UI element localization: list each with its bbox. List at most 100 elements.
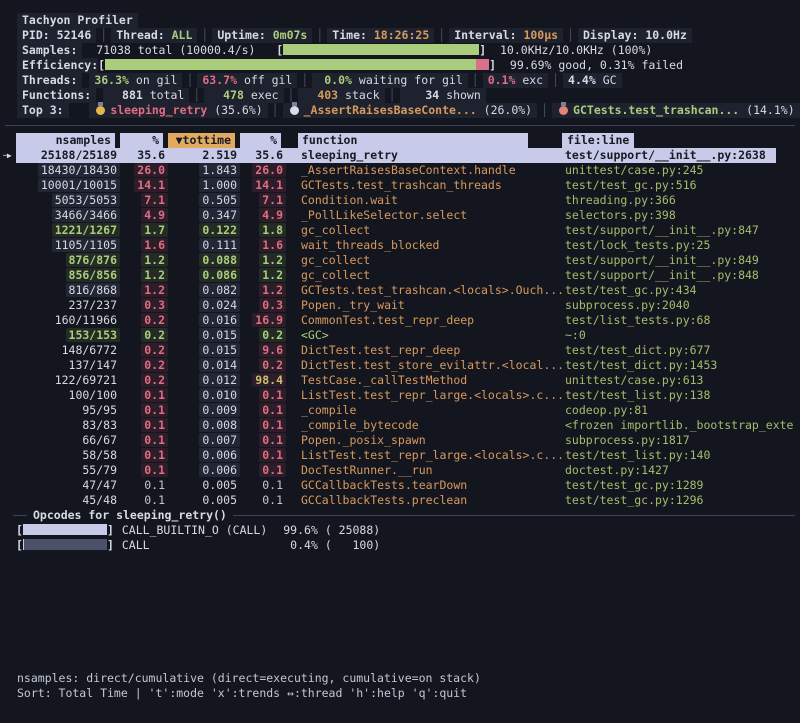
cell-ns: 237/237 <box>16 298 120 313</box>
table-row[interactable]: 95/950.10.0090.1_compilecodeop.py:81 <box>0 403 800 418</box>
cell-ns: 47/47 <box>16 478 120 493</box>
cell-p1: 0.2 <box>120 343 168 358</box>
cell-ns: 1221/1267 <box>16 223 120 238</box>
opcode-bar-1-track <box>23 524 107 535</box>
threads-row: Threads: 36.3% on gil│63.7% off gil│0.0%… <box>0 73 800 88</box>
cell-file: test/support/__init__.py:848 <box>562 268 795 283</box>
opcode-1-pct: 99.6% <box>272 523 318 538</box>
cell-p2: 0.3 <box>240 298 286 313</box>
cell-p1: 0.2 <box>120 313 168 328</box>
thread-segment[interactable]: Thread: ALL <box>111 28 197 43</box>
cell-tt: 1.000 <box>168 178 240 193</box>
cell-ns: 45/48 <box>16 493 120 508</box>
cell-fn: CommonTest.test_repr_deep <box>298 313 556 328</box>
thread-value: ALL <box>172 28 193 42</box>
threads-on-gil: 36.3% on gil <box>89 73 182 88</box>
opcode-2-pct: 0.4% <box>272 538 318 553</box>
table-row[interactable]: 100/1000.10.0100.1ListTest.test_repr_lar… <box>0 388 800 403</box>
column-header-function[interactable]: function <box>298 133 556 148</box>
cell-ns: 18430/18430 <box>16 163 120 178</box>
cell-p1: 0.2 <box>120 358 168 373</box>
column-header-tottime-sorted[interactable]: ▼tottime <box>168 133 240 148</box>
table-row[interactable]: 237/2370.30.0240.3Popen._try_waitsubproc… <box>0 298 800 313</box>
silver-medal-icon <box>290 106 299 115</box>
column-header-file-line[interactable]: file:line <box>562 133 795 148</box>
pid-segment: PID: 52146 <box>17 28 96 43</box>
cell-tt: 0.006 <box>168 463 240 478</box>
table-row[interactable]: 1105/11051.60.1111.6wait_threads_blocked… <box>0 238 800 253</box>
table-row[interactable]: 876/8761.20.0881.2gc_collecttest/support… <box>0 253 800 268</box>
threads-off-gil: 63.7% off gil <box>197 73 297 88</box>
cell-fn: _compile <box>298 403 556 418</box>
table-row[interactable]: ─▶25188/2518935.62.51935.6sleeping_retry… <box>0 148 800 163</box>
top3-name-2: _AssertRaisesBaseConte... <box>304 103 477 117</box>
top3-row: Top 3: sleeping_retry (35.6%)│_AssertRai… <box>0 103 800 118</box>
top3-pct-1: (35.6%) <box>214 103 262 117</box>
opcode-bar-2-track <box>23 539 107 550</box>
cell-p2: 14.1 <box>240 178 286 193</box>
cell-file: test/test_list.py:140 <box>562 448 795 463</box>
table-row[interactable]: 47/470.10.0050.1GCCallbackTests.tearDown… <box>0 478 800 493</box>
table-row[interactable]: 5053/50537.10.5057.1Condition.waitthread… <box>0 193 800 208</box>
cell-file: unittest/case.py:245 <box>562 163 795 178</box>
cell-p1: 0.1 <box>120 463 168 478</box>
table-row[interactable]: 18430/1843026.01.84326.0_AssertRaisesBas… <box>0 163 800 178</box>
cell-tt: 0.006 <box>168 448 240 463</box>
cell-p1: 0.2 <box>120 373 168 388</box>
table-row[interactable]: 83/830.10.0080.1_compile_bytecode<frozen… <box>0 418 800 433</box>
cell-p2: 0.1 <box>240 463 286 478</box>
cell-fn: GCTests.test_trashcan_threads <box>298 178 556 193</box>
table-row[interactable]: 816/8681.20.0821.2GCTests.test_trashcan.… <box>0 283 800 298</box>
uptime-value: 0m07s <box>273 28 308 42</box>
table-row[interactable]: 122/697210.20.01298.4TestCase._callTestM… <box>0 373 800 388</box>
cell-ns: 856/856 <box>16 268 120 283</box>
cell-p2: 0.1 <box>240 478 286 493</box>
cell-file: subprocess.py:1817 <box>562 433 795 448</box>
efficiency-failed-fill <box>476 59 489 70</box>
opcode-bar-1: []CALL_BUILTIN_O (CALL)99.6% ( 25088) <box>0 523 800 538</box>
cell-fn: DictTest.test_store_evilattr.<local... <box>298 358 556 373</box>
top3-item-1: sleeping_retry (35.6%) <box>89 103 267 118</box>
table-row[interactable]: 66/670.10.0070.1Popen._posix_spawnsubpro… <box>0 433 800 448</box>
table-row[interactable]: 153/1530.20.0150.2<GC>~:0 <box>0 328 800 343</box>
cell-fn: Condition.wait <box>298 193 556 208</box>
cell-ns: 148/6772 <box>16 343 120 358</box>
cell-file: test/support/__init__.py:847 <box>562 223 795 238</box>
cell-p2: 9.6 <box>240 343 286 358</box>
table-row[interactable]: 1221/12671.70.1221.8gc_collecttest/suppo… <box>0 223 800 238</box>
opcode-bar-1-fill <box>23 524 107 535</box>
table-row[interactable]: 160/119660.20.01616.9CommonTest.test_rep… <box>0 313 800 328</box>
table-row[interactable]: 137/1470.20.0140.2DictTest.test_store_ev… <box>0 358 800 373</box>
column-header-direct-pct[interactable]: % <box>120 133 168 148</box>
cell-file: doctest.py:1427 <box>562 463 795 478</box>
table-row[interactable]: 856/8561.20.0861.2gc_collecttest/support… <box>0 268 800 283</box>
display-value: 10.0Hz <box>645 28 687 42</box>
display-segment: Display: 10.0Hz <box>578 28 692 43</box>
table-row[interactable]: 148/67720.20.0159.6DictTest.test_repr_de… <box>0 343 800 358</box>
cell-tt: 2.519 <box>168 148 240 163</box>
cell-p1: 1.2 <box>120 253 168 268</box>
cell-fn: gc_collect <box>298 268 556 283</box>
cell-fn: DocTestRunner.__run <box>298 463 556 478</box>
cell-p1: 1.6 <box>120 238 168 253</box>
empty-area <box>0 553 800 671</box>
functions-row: Functions: 881 total│478 exec│403 stack│… <box>0 88 800 103</box>
cell-ns: 137/147 <box>16 358 120 373</box>
table-row[interactable]: 3466/34664.90.3474.9_PollLikeSelector.se… <box>0 208 800 223</box>
cell-file: ~:0 <box>562 328 795 343</box>
cell-tt: 0.016 <box>168 313 240 328</box>
cell-p2: 1.2 <box>240 268 286 283</box>
table-row[interactable]: 55/790.10.0060.1DocTestRunner.__rundocte… <box>0 463 800 478</box>
table-row[interactable]: 10001/1001514.11.00014.1GCTests.test_tra… <box>0 178 800 193</box>
cell-file: threading.py:366 <box>562 193 795 208</box>
cell-p1: 0.1 <box>120 418 168 433</box>
column-header-cumulative-pct[interactable]: % <box>240 133 286 148</box>
table-row[interactable]: 45/480.10.0050.1GCCallbackTests.preclean… <box>0 493 800 508</box>
top3-name-3: GCTests.test_trashcan... <box>573 103 739 117</box>
cell-fn: Popen._posix_spawn <box>298 433 556 448</box>
cell-tt: 0.009 <box>168 403 240 418</box>
column-header-nsamples[interactable]: nsamples <box>16 133 120 148</box>
table-row[interactable]: 58/580.10.0060.1ListTest.test_repr_large… <box>0 448 800 463</box>
interval-segment: Interval: 100μs <box>449 28 563 43</box>
cell-p1: 1.2 <box>120 268 168 283</box>
